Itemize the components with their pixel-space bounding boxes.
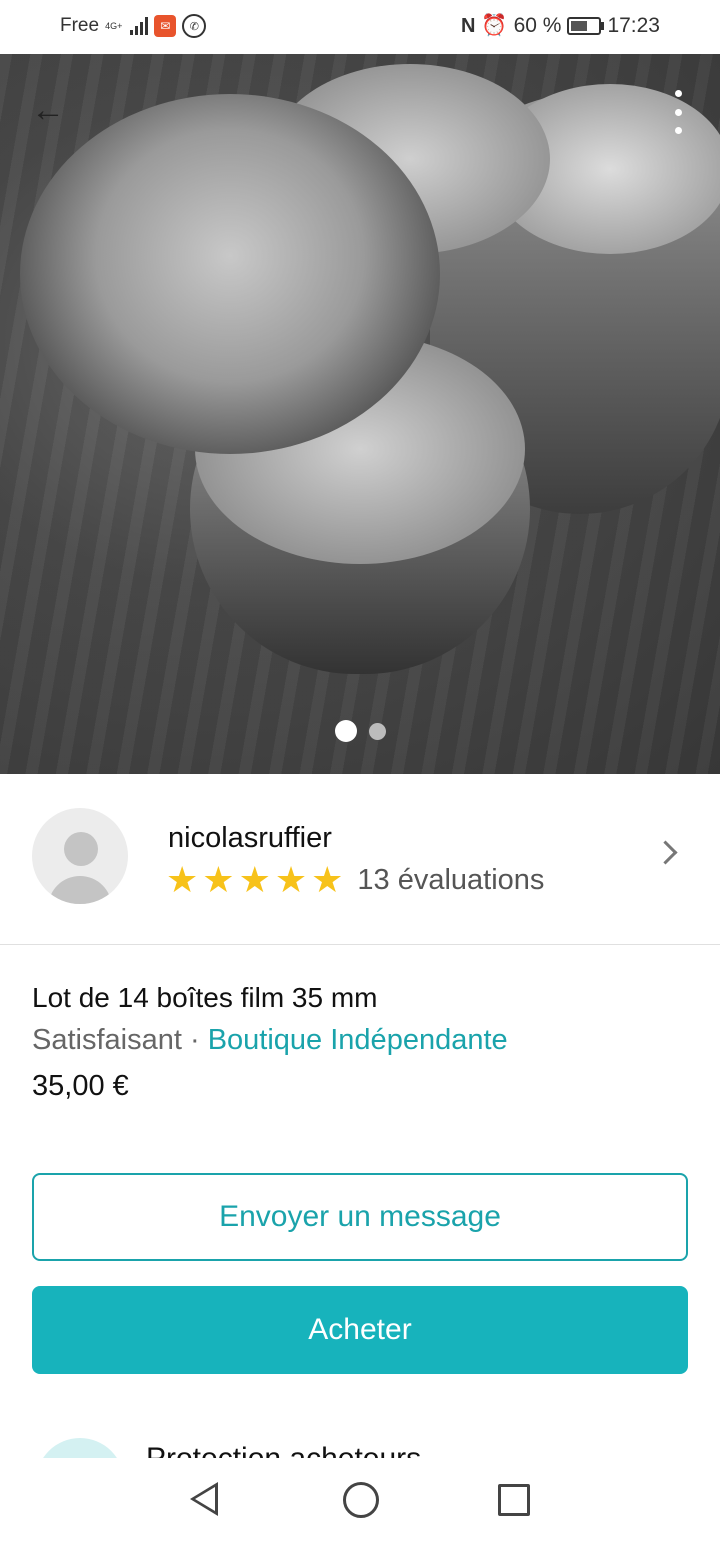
item-price: 35,00 € bbox=[32, 1070, 129, 1102]
back-arrow-icon[interactable]: ← bbox=[28, 90, 68, 130]
battery-percent: 60 % bbox=[513, 14, 562, 37]
listing-photo-carousel[interactable]: ← bbox=[0, 54, 720, 774]
item-details: Lot de 14 boîtes film 35 mm Satisfaisant… bbox=[32, 980, 692, 1106]
seller-row[interactable]: nicolasruffier ★ ★ ★ ★ ★ 13 évaluations bbox=[0, 774, 720, 945]
item-subtitle: Satisfaisant · Boutique Indépendante bbox=[32, 1020, 692, 1060]
seller-username: nicolasruffier bbox=[168, 822, 332, 854]
star-icon: ★ bbox=[166, 859, 199, 900]
star-icon: ★ bbox=[238, 859, 271, 900]
carrier-label: Free bbox=[60, 15, 100, 36]
buyer-protection-label: Protection acheteurs bbox=[146, 1442, 421, 1458]
rating-stars: ★ ★ ★ ★ ★ bbox=[166, 862, 347, 898]
carousel-indicator bbox=[0, 720, 720, 742]
send-message-button[interactable]: Envoyer un message bbox=[32, 1173, 688, 1261]
nav-home-icon[interactable] bbox=[343, 1482, 379, 1518]
buy-button[interactable]: Acheter bbox=[32, 1286, 688, 1374]
shield-icon bbox=[36, 1438, 124, 1458]
carousel-dot[interactable] bbox=[368, 723, 386, 740]
avatar-body bbox=[48, 876, 112, 904]
carousel-dot[interactable] bbox=[334, 720, 357, 742]
notification-app-icon: ✉ bbox=[154, 15, 177, 37]
buyer-protection-section[interactable]: Protection acheteurs bbox=[0, 1430, 720, 1458]
nav-back-icon[interactable] bbox=[190, 1482, 218, 1516]
subtitle-separator: · bbox=[181, 1024, 208, 1056]
film-can-lid-tilted bbox=[20, 94, 440, 454]
status-bar: Free 4G+ ✉ ✆ N ⏰ 60 % 17:23 bbox=[0, 0, 720, 54]
star-icon: ★ bbox=[311, 859, 344, 900]
seller-rating: ★ ★ ★ ★ ★ 13 évaluations bbox=[166, 862, 544, 898]
signal-icon bbox=[130, 17, 149, 35]
star-icon: ★ bbox=[202, 859, 235, 900]
nfc-icon: N bbox=[460, 14, 476, 37]
avatar bbox=[32, 808, 128, 904]
chevron-right-icon bbox=[653, 840, 678, 865]
whatsapp-icon: ✆ bbox=[182, 14, 207, 38]
status-right: N ⏰ 60 % 17:23 bbox=[461, 14, 660, 38]
item-category-link[interactable]: Boutique Indépendante bbox=[208, 1024, 508, 1056]
alarm-icon: ⏰ bbox=[481, 14, 508, 37]
network-type: 4G+ bbox=[105, 20, 123, 31]
item-title: Lot de 14 boîtes film 35 mm bbox=[32, 982, 378, 1013]
avatar-head bbox=[64, 832, 98, 866]
reviews-count: 13 évaluations bbox=[357, 863, 545, 896]
system-navigation-bar bbox=[0, 1458, 720, 1541]
more-options-icon[interactable] bbox=[666, 90, 690, 134]
status-left: Free 4G+ ✉ ✆ bbox=[60, 14, 207, 38]
nav-recents-icon[interactable] bbox=[498, 1484, 530, 1516]
item-condition: Satisfaisant bbox=[32, 1024, 182, 1056]
clock: 17:23 bbox=[607, 14, 660, 37]
star-icon: ★ bbox=[274, 859, 308, 900]
battery-icon bbox=[567, 17, 605, 35]
